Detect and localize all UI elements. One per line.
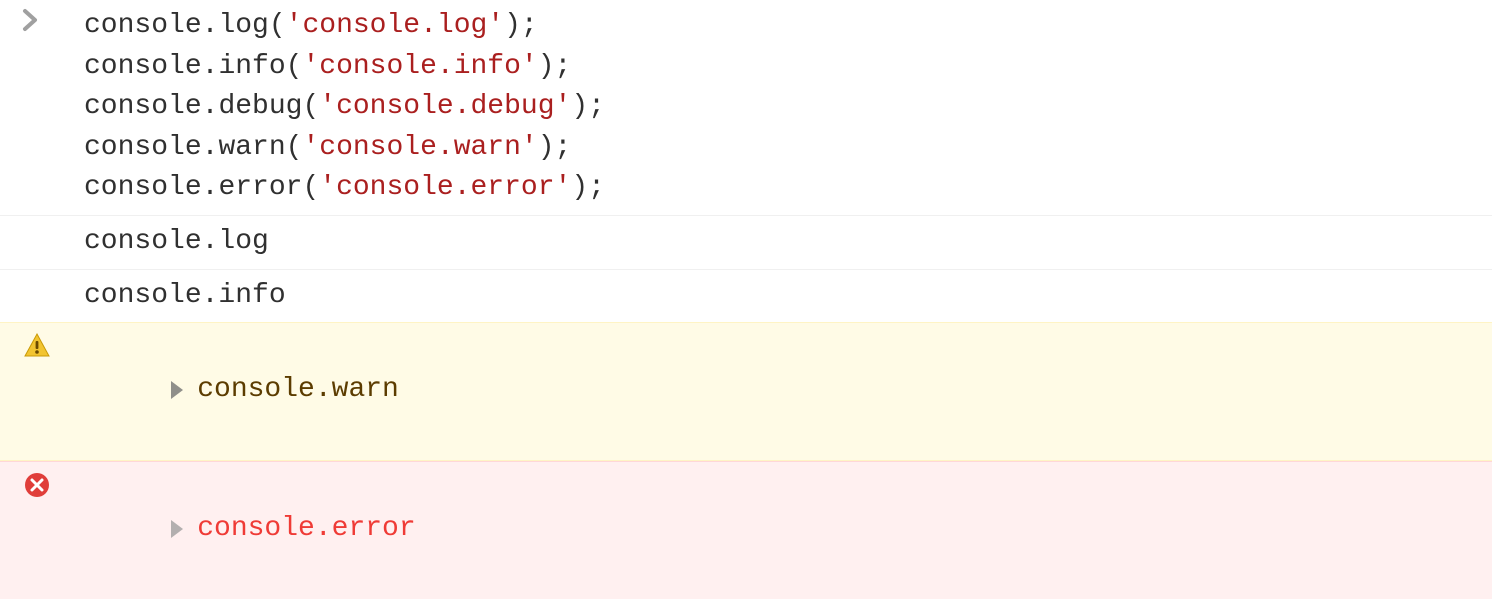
code-token: . [202, 132, 219, 163]
expand-triangle-icon[interactable] [171, 381, 183, 399]
expand-triangle-icon[interactable] [171, 520, 183, 538]
console-input-row[interactable]: console.log('console.log'); console.info… [0, 0, 1492, 215]
code-token: ( [286, 51, 303, 82]
code-token: warn [218, 132, 285, 163]
code-token: ( [269, 10, 286, 41]
code-token: ); [571, 172, 605, 203]
console-info-message: console.info [84, 274, 1492, 319]
console-warn-output-row[interactable]: console.warn [0, 322, 1492, 461]
code-token: ( [302, 172, 319, 203]
console-info-output-row[interactable]: console.info [0, 269, 1492, 323]
code-token: 'console.debug' [319, 91, 571, 122]
code-token: ( [302, 91, 319, 122]
output-gutter [0, 327, 84, 361]
code-token: ( [286, 132, 303, 163]
code-token: 'console.info' [302, 51, 537, 82]
code-token: console [84, 91, 202, 122]
console-log-output-row[interactable]: console.log [0, 215, 1492, 269]
code-token: error [218, 172, 302, 203]
console-error-output-row[interactable]: console.error [0, 461, 1492, 599]
code-token: console [84, 51, 202, 82]
console-warn-message: console.warn [197, 370, 399, 411]
code-token: console [84, 10, 202, 41]
output-gutter [0, 274, 84, 278]
code-token: info [218, 51, 285, 82]
code-token: ); [504, 10, 538, 41]
output-gutter [0, 466, 84, 500]
code-token: console [84, 172, 202, 203]
console-warn-content: console.warn [84, 327, 1492, 456]
prompt-chevron-icon [22, 8, 40, 32]
console-input-code[interactable]: console.log('console.log'); console.info… [84, 4, 1492, 211]
error-icon [22, 470, 52, 500]
code-token: ); [571, 91, 605, 122]
output-gutter [0, 220, 84, 224]
code-token: . [202, 10, 219, 41]
warning-icon [22, 331, 52, 361]
code-token: 'console.error' [319, 172, 571, 203]
console-error-content: console.error [84, 466, 1492, 595]
code-token: 'console.log' [286, 10, 504, 41]
console-log-message: console.log [84, 220, 1492, 265]
code-token: console [84, 132, 202, 163]
code-token: debug [218, 91, 302, 122]
code-token: ); [538, 132, 572, 163]
code-token: . [202, 172, 219, 203]
code-token: 'console.warn' [302, 132, 537, 163]
console-error-message: console.error [197, 509, 415, 550]
code-token: . [202, 51, 219, 82]
code-token: ); [538, 51, 572, 82]
code-token: log [218, 10, 268, 41]
code-token: . [202, 91, 219, 122]
prompt-gutter [0, 4, 84, 32]
